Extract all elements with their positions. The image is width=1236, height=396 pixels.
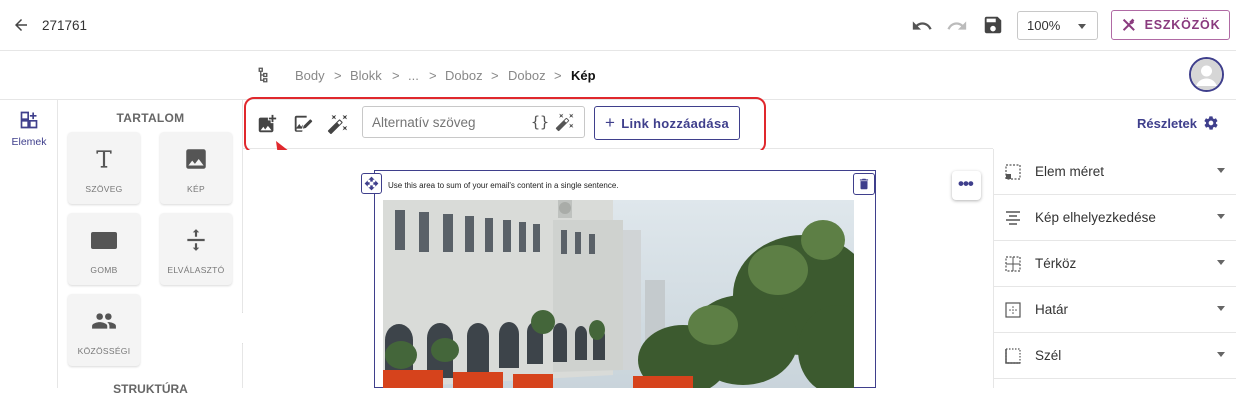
tile-button-label: GOMB	[90, 265, 118, 275]
section-title-structure: STRUKTÚRA	[113, 382, 188, 396]
breadcrumb-item-ellipsis[interactable]: ...	[408, 68, 419, 83]
tile-text-label: SZÖVEG	[85, 184, 123, 194]
move-icon	[364, 176, 379, 191]
breadcrumb-item-doboz-2[interactable]: Doboz	[508, 68, 546, 83]
magic-wand-icon[interactable]	[327, 113, 349, 135]
breadcrumb-separator: >	[429, 68, 437, 83]
rail-item-elements-label: Elemek	[11, 136, 47, 148]
delete-button[interactable]	[853, 173, 875, 195]
tile-image[interactable]: KÉP	[160, 132, 232, 204]
people-icon	[92, 313, 116, 329]
prop-element-size-label: Elem méret	[1035, 164, 1105, 179]
prop-image-alignment[interactable]: Kép elhelyezkedése	[994, 195, 1236, 241]
plus-icon: +	[604, 113, 616, 132]
tree-structure-icon[interactable]	[257, 66, 275, 84]
tile-image-label: KÉP	[187, 184, 205, 194]
left-rail: Elemek	[0, 100, 58, 388]
spacing-icon	[1005, 256, 1021, 272]
add-image-icon[interactable]	[256, 113, 278, 135]
alt-text-input[interactable]	[363, 107, 523, 137]
document-id: 271761	[42, 18, 88, 33]
breadcrumb-separator: >	[491, 68, 499, 83]
section-title-content: TARTALOM	[116, 111, 185, 125]
breadcrumb-item-body[interactable]: Body	[295, 68, 325, 83]
merge-tag-icon[interactable]: {}	[531, 113, 549, 131]
details-label: Részletek	[1137, 115, 1197, 131]
prop-edge-label: Szél	[1035, 348, 1062, 363]
tile-button[interactable]: GOMB	[68, 213, 140, 285]
more-horizontal-icon: •••	[958, 174, 974, 193]
chevron-down-icon	[1217, 352, 1225, 357]
tools-label: ESZKÖZÖK	[1144, 18, 1221, 32]
breadcrumb-separator: >	[334, 68, 342, 83]
gear-icon	[1204, 116, 1218, 130]
tile-text[interactable]: SZÖVEG	[68, 132, 140, 204]
zoom-value: 100%	[1027, 18, 1061, 33]
properties-panel: Elem méret Kép elhelyezkedése Térköz Hat…	[993, 149, 1236, 388]
tools-icon	[1122, 18, 1135, 31]
chevron-down-icon	[1078, 24, 1086, 29]
button-icon	[91, 232, 117, 249]
user-avatar-icon	[1191, 59, 1222, 90]
breadcrumb-item-blokk[interactable]: Blokk	[350, 68, 382, 83]
image-icon	[186, 149, 206, 169]
prop-edge[interactable]: Szél	[994, 333, 1236, 379]
breadcrumb-bar	[0, 51, 1236, 100]
prop-element-size[interactable]: Elem méret	[994, 149, 1236, 195]
prop-spacing[interactable]: Térköz	[994, 241, 1236, 287]
prop-border-label: Határ	[1035, 302, 1069, 317]
top-bar: 271761 100% ESZKÖZÖK	[0, 0, 1236, 51]
divider-icon	[187, 229, 205, 251]
tools-button[interactable]: ESZKÖZÖK	[1111, 10, 1230, 40]
add-link-button[interactable]: + Link hozzáadása	[594, 106, 740, 140]
text-icon	[96, 150, 112, 168]
email-image[interactable]	[383, 200, 854, 388]
details-toggle[interactable]: Részletek	[1137, 115, 1219, 131]
chevron-down-icon	[1217, 168, 1225, 173]
redo-icon[interactable]	[946, 15, 968, 37]
magic-wand-icon[interactable]	[555, 112, 575, 132]
breadcrumb-current: Kép	[571, 68, 596, 83]
zoom-select[interactable]: 100%	[1017, 11, 1098, 40]
align-center-icon	[1006, 211, 1020, 225]
back-arrow-icon[interactable]	[12, 16, 30, 34]
chevron-down-icon	[1217, 260, 1225, 265]
breadcrumb-separator: >	[554, 68, 562, 83]
prop-image-alignment-label: Kép elhelyezkedése	[1035, 210, 1156, 225]
street-photo	[383, 200, 854, 388]
breadcrumb-separator: >	[392, 68, 400, 83]
add-link-label: Link hozzáadása	[621, 115, 730, 131]
tile-divider[interactable]: ELVÁLASZTÓ	[160, 213, 232, 285]
alt-text-field[interactable]: {}	[362, 106, 585, 138]
prop-border[interactable]: Határ	[994, 287, 1236, 333]
tile-social[interactable]: KÖZÖSSÉGI	[68, 294, 140, 366]
avatar[interactable]	[1189, 57, 1224, 92]
undo-icon[interactable]	[911, 15, 933, 37]
breadcrumb-item-doboz-1[interactable]: Doboz	[445, 68, 483, 83]
more-options-button[interactable]: •••	[952, 171, 981, 200]
widgets-icon	[20, 111, 38, 129]
chevron-down-icon	[1217, 214, 1225, 219]
prop-spacing-label: Térköz	[1035, 256, 1077, 271]
element-size-icon	[1005, 164, 1021, 180]
preheader-hint-text: Use this area to sum of your email's con…	[388, 181, 619, 190]
chevron-down-icon	[1217, 306, 1225, 311]
rail-item-elements[interactable]: Elemek	[0, 100, 58, 156]
tile-divider-label: ELVÁLASZTÓ	[167, 265, 225, 275]
edge-icon	[1005, 348, 1021, 364]
move-handle[interactable]	[361, 173, 382, 194]
trash-icon	[859, 178, 869, 190]
save-icon[interactable]	[982, 14, 1004, 36]
tile-social-label: KÖZÖSSÉGI	[77, 346, 131, 356]
edit-image-icon[interactable]	[292, 113, 314, 135]
border-icon	[1005, 302, 1021, 318]
